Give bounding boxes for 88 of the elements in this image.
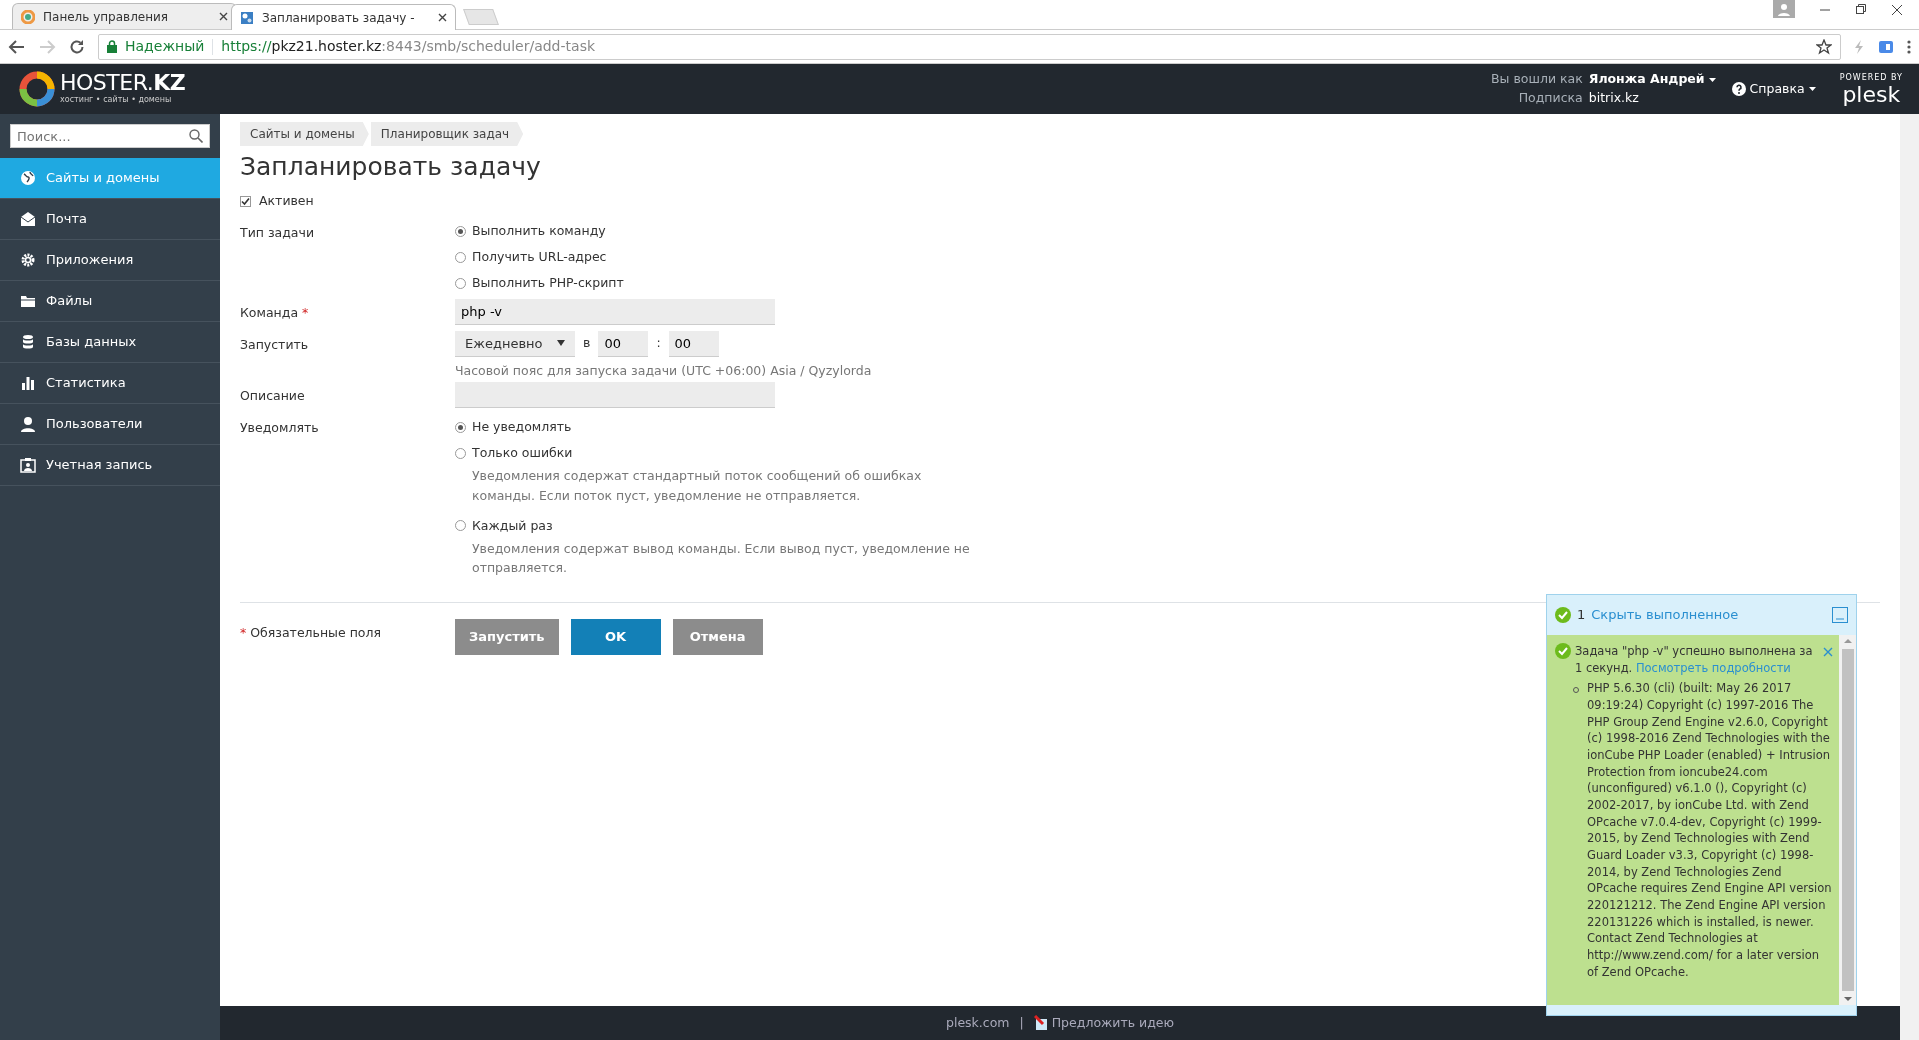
gear-icon [20, 252, 36, 268]
tab-title: Панель управления [43, 8, 170, 26]
more-menu-icon[interactable] [1907, 38, 1911, 55]
radio-button[interactable] [455, 447, 466, 459]
required-note: * Обязательные поля [240, 623, 382, 642]
option-hint: Уведомления содержат стандартный поток сообщений об ошибках команды. Если поток пуст, уведомление не отправляется. [471, 467, 923, 505]
caret-icon [557, 340, 565, 347]
search-icon[interactable] [189, 129, 203, 143]
globe-icon [20, 170, 36, 186]
bar-chart-icon [20, 375, 36, 391]
radio-label[interactable]: Каждый раз [472, 516, 553, 536]
field-label: Команда * [240, 303, 310, 322]
plesk-link[interactable]: plesk.com [945, 1013, 1010, 1033]
browser-tab[interactable]: Запланировать задачу - [231, 4, 456, 30]
address-bar[interactable]: Надежный https://pkz21.hoster.kz:8443/smb/scheduler/add-task [98, 33, 1841, 60]
suggest-idea-link[interactable]: Предложить идею [1051, 1013, 1174, 1033]
logo-text: HOSTER.KZ [60, 72, 186, 94]
subscription-label: Подписка [1517, 89, 1583, 107]
command-input[interactable]: php -v [455, 298, 775, 325]
checkbox[interactable] [240, 195, 251, 207]
extension-icon[interactable] [1877, 38, 1895, 55]
caret-icon[interactable] [1808, 87, 1816, 91]
star-icon[interactable] [1816, 38, 1832, 55]
user-label: Вы вошли как [1491, 70, 1583, 89]
check-circle-icon [1555, 607, 1571, 623]
minimize-icon[interactable] [1832, 607, 1848, 623]
required-mark: * [302, 304, 309, 320]
radio-label[interactable]: Не уведомлять [472, 417, 572, 437]
help-icon[interactable] [1731, 82, 1746, 96]
frequency-select[interactable]: Ежедневно [455, 330, 575, 357]
radio-button[interactable] [455, 421, 466, 433]
radio-button[interactable] [455, 252, 466, 264]
reload-icon[interactable] [68, 37, 86, 56]
breadcrumb-link[interactable]: Планировщик задач [370, 122, 524, 146]
plesk-logo-text: plesk [1842, 84, 1901, 106]
pencil-note-icon [1033, 1015, 1048, 1031]
radio-label[interactable]: Выполнить PHP-скрипт [472, 274, 624, 294]
radio-label[interactable]: Только ошибки [472, 443, 573, 463]
form-button[interactable]: OK [570, 618, 661, 655]
close-icon[interactable] [219, 12, 228, 21]
caret-icon[interactable] [1708, 77, 1716, 82]
gears-icon [240, 10, 254, 25]
page-title: Запланировать задачу [240, 152, 542, 182]
person-icon [20, 416, 36, 432]
radio-label[interactable]: Выполнить команду [472, 222, 606, 242]
field-label: Описание [240, 387, 306, 406]
security-label: Надежный [125, 37, 205, 56]
minute-input[interactable]: 00 [668, 330, 719, 357]
checkbox-label[interactable]: Активен [259, 192, 314, 211]
scrollbar[interactable] [1839, 635, 1856, 1005]
page-scrollbar[interactable] [1900, 114, 1919, 1040]
search-field[interactable]: Поиск... [10, 124, 210, 148]
field-label: Тип задачи [240, 223, 316, 242]
radio-label[interactable]: Получить URL-адрес [472, 248, 607, 268]
powered-by-text: POWERED BY [1839, 72, 1903, 84]
database-icon [20, 334, 36, 350]
id-card-icon [20, 457, 36, 473]
url-text: https://pkz21.hoster.kz:8443/smb/scheduler/add-task [221, 37, 596, 56]
time-separator: : [656, 334, 661, 353]
sidebar-item[interactable]: Почта [0, 199, 220, 240]
ring-logo-icon [18, 70, 56, 108]
back-arrow-icon[interactable] [8, 37, 26, 56]
user-menu[interactable]: Ялонжа Андрей [1588, 70, 1705, 89]
forward-arrow-icon [38, 37, 56, 56]
check-circle-icon [1555, 643, 1571, 659]
radio-button[interactable] [455, 278, 466, 290]
task-count: 1 [1577, 606, 1586, 625]
at-label: в [583, 334, 591, 353]
radio-button[interactable] [455, 226, 466, 238]
command-output: PHP 5.6.30 (cli) (built: May 26 2017 09:19:24) Copyright (c) 1997-2016 The PHP Group Zend Engine v2.6.0, Copyright (c) 1998-2016 Zend Technologies with the ionCube PHP Loader (enabled) + Intrusion Protection from ioncube24.com (unconfigured) v6.1.0 (), Copyright (c) 2002-2017, by ionCube Ltd. with Zend OPcache v7.0.4-dev, Copyright (c) 1999-2015, by Zend Technologies with Zend Guard Loader v3.3, Copyright (c) 1998-2014, by Zend Technologies Zend OPcache requires Zend Engine API version 220121212. The Zend Engine API version 220131226 which is installed, is newer. Contact Zend Technologies at http://www.zend.com/ for a later version of Zend OPcache. [1587, 680, 1833, 981]
radio-button[interactable] [455, 520, 466, 532]
option-hint: Уведомления содержат вывод команды. Если вывод пуст, уведомление не отправляется. [471, 539, 971, 578]
tab-title: Запланировать задачу - [262, 9, 416, 27]
hour-input[interactable]: 00 [598, 330, 649, 357]
envelope-icon [20, 211, 36, 227]
subscription-name[interactable]: bitrix.kz [1588, 89, 1716, 108]
notification-message: Задача "php -v" успешно выполнена за 1 секунд. Посмотреть подробности [1575, 643, 1814, 677]
footer-separator: | [1019, 1013, 1024, 1032]
folder-icon [20, 293, 36, 309]
field-label: Запустить [240, 335, 310, 354]
breadcrumb-link[interactable]: Сайты и домены [240, 122, 369, 146]
timezone-hint: Часовой пояс для запуска задачи (UTC +06:00) Asia / Qyzylorda [455, 361, 873, 380]
field-label: Уведомлять [240, 419, 320, 438]
logo-tagline: хостинг • сайты • домены [60, 94, 173, 106]
padlock-icon [107, 40, 117, 53]
close-icon[interactable] [438, 13, 447, 22]
description-input[interactable] [455, 382, 775, 409]
help-menu[interactable]: Справка [1749, 79, 1805, 99]
